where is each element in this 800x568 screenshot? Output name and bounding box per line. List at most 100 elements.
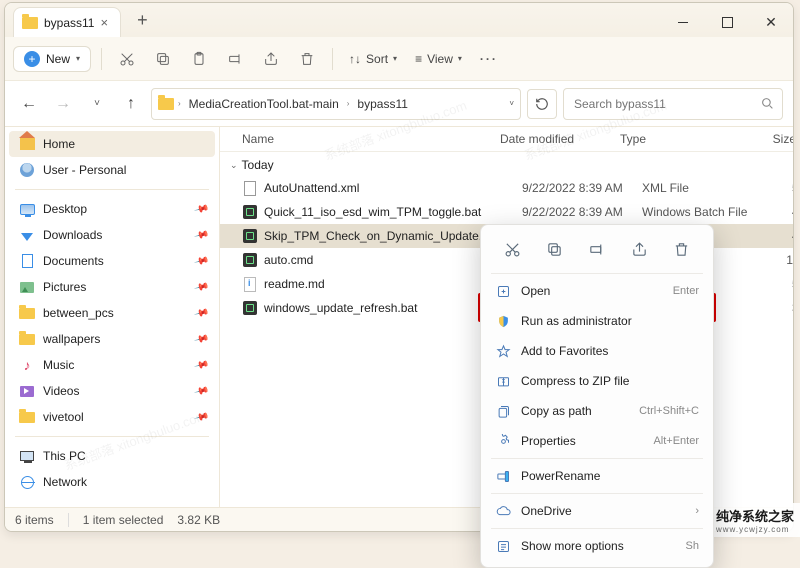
sidebar-item-network[interactable]: Network xyxy=(5,469,219,495)
sidebar-item-music[interactable]: ♪Music📌 xyxy=(5,352,219,378)
sidebar-item-thispc[interactable]: This PC xyxy=(5,443,219,469)
sidebar-item-videos[interactable]: Videos📌 xyxy=(5,378,219,404)
chevron-right-icon: › xyxy=(695,505,699,517)
sidebar-item-downloads[interactable]: Downloads📌 xyxy=(5,222,219,248)
context-item-open[interactable]: Open Enter xyxy=(487,276,707,306)
batch-file-icon xyxy=(243,253,257,267)
share-icon[interactable] xyxy=(625,235,653,263)
column-header-name[interactable]: Name xyxy=(242,132,500,146)
cut-icon[interactable] xyxy=(498,235,526,263)
batch-file-icon xyxy=(243,301,257,315)
column-header-size[interactable]: Size xyxy=(740,132,793,146)
folder-icon xyxy=(22,17,38,29)
maximize-button[interactable] xyxy=(705,7,749,37)
more-button[interactable]: ··· xyxy=(474,44,504,74)
sidebar-item-user[interactable]: User - Personal xyxy=(5,157,219,183)
refresh-button[interactable] xyxy=(527,89,557,119)
file-size: 4 KB xyxy=(762,205,793,219)
tab-close-icon[interactable]: × xyxy=(100,15,108,30)
chevron-down-icon: ▾ xyxy=(393,54,397,63)
close-button[interactable]: ✕ xyxy=(749,7,793,37)
sidebar-item-documents[interactable]: Documents📌 xyxy=(5,248,219,274)
sidebar-item-label: User - Personal xyxy=(43,163,126,177)
context-item-add-favorites[interactable]: Add to Favorites xyxy=(487,336,707,366)
context-item-compress-zip[interactable]: Compress to ZIP file xyxy=(487,366,707,396)
view-button[interactable]: ≡ View ▾ xyxy=(409,49,468,69)
context-item-powerrename[interactable]: PowerRename xyxy=(487,461,707,491)
window-tab[interactable]: bypass11 × xyxy=(13,7,121,37)
copy-icon[interactable] xyxy=(541,235,569,263)
sidebar-item-vivetool[interactable]: vivetool📌 xyxy=(5,404,219,430)
address-bar: ← → ˅ ↑ › MediaCreationTool.bat-main › b… xyxy=(5,81,793,127)
context-item-show-more[interactable]: Show more options Sh xyxy=(487,531,707,561)
pin-icon: 📌 xyxy=(193,383,209,399)
back-button[interactable]: ← xyxy=(15,90,43,118)
new-button[interactable]: + New ▾ xyxy=(13,46,91,72)
separator xyxy=(491,528,703,529)
sidebar-item-label: Network xyxy=(43,475,87,489)
chevron-down-icon[interactable]: ˅ xyxy=(509,99,514,108)
file-name: Quick_11_iso_esd_wim_TPM_toggle.bat xyxy=(264,205,522,219)
rename-icon[interactable] xyxy=(220,44,250,74)
search-input[interactable] xyxy=(572,96,755,112)
downloads-icon xyxy=(21,233,33,241)
sidebar-item-wallpapers[interactable]: wallpapers📌 xyxy=(5,326,219,352)
breadcrumb[interactable]: › MediaCreationTool.bat-main › bypass11 … xyxy=(151,88,521,120)
sidebar-item-pictures[interactable]: Pictures📌 xyxy=(5,274,219,300)
music-icon: ♪ xyxy=(19,357,35,373)
file-size: 5 KB xyxy=(762,277,793,291)
folder-icon xyxy=(19,308,35,319)
pin-icon: 📌 xyxy=(193,201,209,217)
sidebar-item-label: wallpapers xyxy=(43,332,100,346)
delete-icon[interactable] xyxy=(668,235,696,263)
pin-icon: 📌 xyxy=(193,279,209,295)
sidebar-item-label: between_pcs xyxy=(43,306,114,320)
forward-button[interactable]: → xyxy=(49,90,77,118)
column-header-type[interactable]: Type xyxy=(620,132,740,146)
column-header-date[interactable]: Date modified xyxy=(500,132,620,146)
sidebar-item-between-pcs[interactable]: between_pcs📌 xyxy=(5,300,219,326)
navigation-pane: Home User - Personal Desktop 📌 Downloads📌… xyxy=(5,127,220,507)
sort-label: Sort xyxy=(366,52,388,66)
copy-icon[interactable] xyxy=(148,44,178,74)
sidebar-item-home[interactable]: Home xyxy=(9,131,215,157)
file-row[interactable]: Quick_11_iso_esd_wim_TPM_toggle.bat 9/22… xyxy=(220,200,793,224)
file-size: 5 KB xyxy=(762,181,793,195)
share-icon[interactable] xyxy=(256,44,286,74)
context-item-run-as-admin[interactable]: Run as administrator xyxy=(487,306,707,336)
minimize-button[interactable] xyxy=(661,7,705,37)
group-label: Today xyxy=(242,158,274,172)
group-header-today[interactable]: ⌄ Today xyxy=(220,152,793,176)
context-item-label: OneDrive xyxy=(521,504,572,518)
paste-icon[interactable] xyxy=(184,44,214,74)
breadcrumb-segment[interactable]: bypass11 xyxy=(353,95,411,113)
context-item-onedrive[interactable]: OneDrive › xyxy=(487,496,707,526)
network-icon xyxy=(21,476,34,489)
sort-button[interactable]: ↑↓ Sort ▾ xyxy=(343,49,403,69)
status-selected-size: 3.82 KB xyxy=(177,513,220,527)
file-size: 11 KB xyxy=(762,253,793,267)
new-tab-button[interactable]: + xyxy=(131,10,154,31)
up-button[interactable]: ↑ xyxy=(117,90,145,118)
file-row[interactable]: AutoUnattend.xml 9/22/2022 8:39 AM XML F… xyxy=(220,176,793,200)
context-quick-actions xyxy=(487,231,707,271)
batch-file-icon xyxy=(243,205,257,219)
plus-icon: + xyxy=(24,51,40,67)
cut-icon[interactable] xyxy=(112,44,142,74)
sidebar-item-desktop[interactable]: Desktop 📌 xyxy=(5,196,219,222)
recent-locations-button[interactable]: ˅ xyxy=(83,90,111,118)
file-date: 9/22/2022 8:39 AM xyxy=(522,205,642,219)
rename-icon[interactable] xyxy=(583,235,611,263)
context-item-shortcut: Ctrl+Shift+C xyxy=(639,405,699,417)
sidebar-item-label: Desktop xyxy=(43,202,87,216)
search-box[interactable] xyxy=(563,88,783,120)
desktop-icon xyxy=(20,204,35,215)
separator xyxy=(491,493,703,494)
breadcrumb-segment[interactable]: MediaCreationTool.bat-main xyxy=(185,95,343,113)
context-item-properties[interactable]: Properties Alt+Enter xyxy=(487,426,707,456)
brand-url: www.ycwjzy.com xyxy=(716,525,794,534)
context-item-label: Copy as path xyxy=(521,404,592,418)
delete-icon[interactable] xyxy=(292,44,322,74)
context-item-copy-path[interactable]: Copy as path Ctrl+Shift+C xyxy=(487,396,707,426)
separator xyxy=(15,436,209,437)
